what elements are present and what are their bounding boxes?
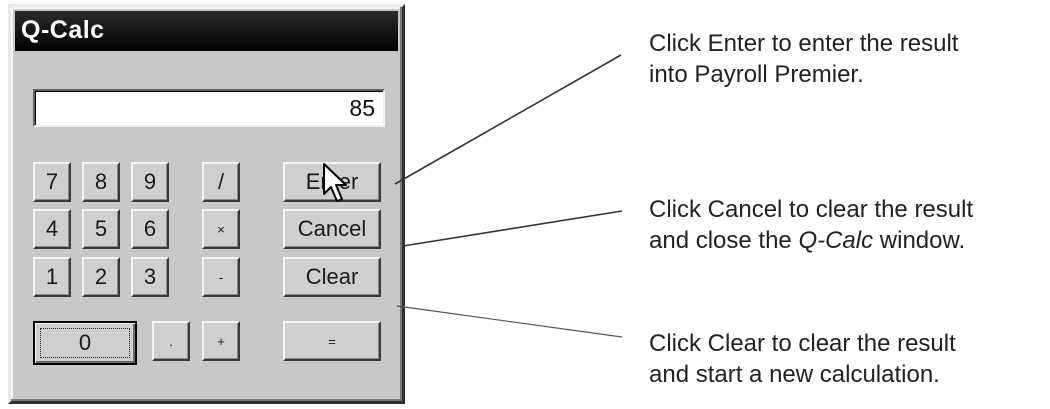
key-add[interactable]: + (202, 321, 240, 361)
cancel-callout-line (402, 210, 623, 247)
enter-caption: Click Enter to enter the result into Pay… (649, 28, 958, 90)
cancel-caption-text-b: window. (873, 227, 966, 254)
clear-callout-line (396, 305, 623, 338)
clear-caption-line1: Click Clear to clear the result (649, 330, 956, 357)
key-0[interactable]: 0 (33, 321, 137, 365)
enter-button[interactable]: Enter (283, 162, 381, 202)
title-bar[interactable]: Q-Calc (15, 11, 398, 51)
display-value: 85 (349, 95, 375, 121)
key-decimal[interactable]: . (152, 321, 190, 361)
cancel-caption-line2: and close the Q-Calc window. (649, 225, 973, 256)
result-display: 85 (33, 89, 385, 127)
clear-caption-line2: and start a new calculation. (649, 361, 940, 388)
key-3[interactable]: 3 (131, 257, 169, 297)
key-divide[interactable]: / (202, 162, 240, 202)
key-7[interactable]: 7 (33, 162, 71, 202)
window-title: Q-Calc (21, 16, 105, 44)
focus-rectangle (40, 328, 130, 358)
clear-button[interactable]: Clear (283, 257, 381, 297)
key-subtract[interactable]: - (202, 257, 240, 297)
key-9[interactable]: 9 (131, 162, 169, 202)
cancel-caption-line1: Click Cancel to clear the result (649, 196, 974, 223)
cancel-button[interactable]: Cancel (283, 209, 381, 249)
q-calc-window: Q-Calc 85 7 8 9 / Enter 4 5 6 × Cancel 1… (8, 4, 405, 404)
key-1[interactable]: 1 (33, 257, 71, 297)
key-2[interactable]: 2 (82, 257, 120, 297)
key-5[interactable]: 5 (82, 209, 120, 249)
key-multiply[interactable]: × (202, 209, 240, 249)
cancel-caption: Click Cancel to clear the result and clo… (649, 194, 973, 256)
key-4[interactable]: 4 (33, 209, 71, 249)
cancel-caption-window-name: Q-Calc (798, 227, 874, 254)
clear-caption: Click Clear to clear the result and star… (649, 328, 956, 390)
enter-caption-line1: Click Enter to enter the result (649, 30, 959, 57)
key-6[interactable]: 6 (131, 209, 169, 249)
equals-button[interactable]: = (283, 321, 381, 361)
enter-caption-line2: into Payroll Premier. (649, 61, 864, 88)
cancel-caption-text-a: and close the (649, 227, 799, 254)
enter-callout-line (394, 54, 622, 185)
key-8[interactable]: 8 (82, 162, 120, 202)
